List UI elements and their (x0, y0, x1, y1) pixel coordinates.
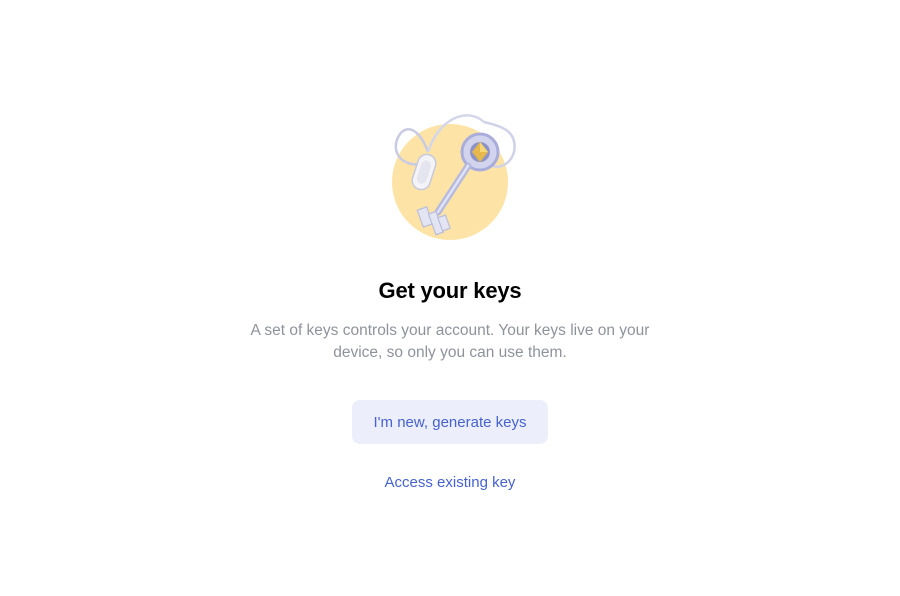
page-description: A set of keys controls your account. You… (250, 322, 650, 361)
generate-keys-button[interactable]: I'm new, generate keys (352, 400, 548, 444)
access-existing-key-link[interactable]: Access existing key (350, 470, 550, 494)
keys-illustration-icon (388, 108, 524, 248)
get-keys-screen: Get your keys A set of keys controls you… (0, 0, 900, 596)
page-title: Get your keys (378, 278, 522, 303)
